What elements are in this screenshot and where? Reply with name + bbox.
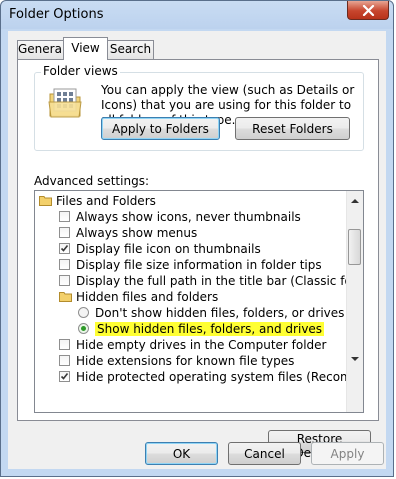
tab-view[interactable]: View	[63, 37, 108, 60]
tab-general-label: General	[18, 42, 66, 56]
checkbox-box[interactable]	[59, 227, 70, 238]
apply-to-folders-button[interactable]: Apply to Folders	[101, 117, 220, 140]
close-button[interactable]	[347, 1, 389, 20]
title-bar[interactable]: Folder Options	[1, 1, 393, 29]
tree-item-label: Hidden files and folders	[76, 290, 219, 304]
radio-label: Show hidden files, folders, and drives	[95, 321, 325, 337]
folder-views-group: Folder views You can apply the view (suc…	[34, 64, 364, 151]
checkbox-label: Display file icon on thumbnails	[76, 242, 261, 256]
tree-item-label: Files and Folders	[56, 194, 156, 208]
tab-search[interactable]: Search	[107, 40, 154, 59]
scroll-up-arrow-icon[interactable]	[347, 193, 363, 209]
dialog-client: General View Search Folder views You can…	[8, 31, 386, 469]
checkbox-label: Hide protected operating system files (R…	[76, 370, 363, 384]
folder-views-icon	[48, 88, 82, 118]
checkbox-label: Hide empty drives in the Computer folder	[76, 338, 327, 352]
apply-button: Apply	[311, 442, 384, 465]
radio-dot	[81, 326, 86, 331]
view-tab-panel: Folder views You can apply the view (suc…	[17, 59, 379, 460]
cancel-button[interactable]: Cancel	[228, 442, 301, 465]
checkbox-box[interactable]	[59, 211, 70, 222]
folder-icon	[39, 196, 52, 206]
folder-views-label: Folder views	[41, 64, 120, 78]
tab-view-label: View	[71, 41, 100, 55]
checkbox-box[interactable]	[59, 339, 70, 350]
radio-button-selected[interactable]	[78, 323, 89, 334]
checkbox-box[interactable]	[59, 355, 70, 366]
reset-folders-button[interactable]: Reset Folders	[235, 117, 350, 140]
vertical-scrollbar[interactable]	[346, 191, 363, 412]
tab-general[interactable]: General	[17, 40, 66, 59]
checkbox-label: Display the full path in the title bar (…	[76, 274, 363, 288]
close-icon	[362, 5, 375, 16]
ok-button[interactable]: OK	[145, 442, 218, 465]
folder-icon	[59, 292, 72, 302]
highlighted-text: Show hidden files, folders, and drives	[95, 322, 325, 336]
scrollbar-thumb[interactable]	[348, 229, 361, 265]
checkbox-label: Display file size information in folder …	[76, 258, 322, 272]
checkbox-box[interactable]	[59, 259, 70, 270]
advanced-settings-tree[interactable]: Files and Folders Always show icons, nev…	[34, 190, 364, 413]
checkbox-box-checked[interactable]	[59, 243, 70, 254]
tab-search-label: Search	[109, 42, 152, 56]
dialog-window: Folder Options General View Search Folde…	[0, 0, 394, 477]
checkmark-icon	[60, 373, 69, 380]
advanced-settings-label: Advanced settings:	[34, 174, 149, 188]
radio-label: Don't show hidden files, folders, or dri…	[95, 306, 345, 320]
window-title: Folder Options	[9, 7, 104, 22]
scroll-down-arrow-icon[interactable]	[347, 351, 363, 367]
radio-button[interactable]	[78, 307, 89, 318]
checkmark-icon	[60, 245, 69, 252]
checkbox-label: Always show icons, never thumbnails	[76, 210, 301, 224]
checkbox-box[interactable]	[59, 275, 70, 286]
checkbox-label: Hide extensions for known file types	[76, 354, 295, 368]
checkbox-label: Always show menus	[76, 226, 198, 240]
checkbox-box-checked[interactable]	[59, 371, 70, 382]
